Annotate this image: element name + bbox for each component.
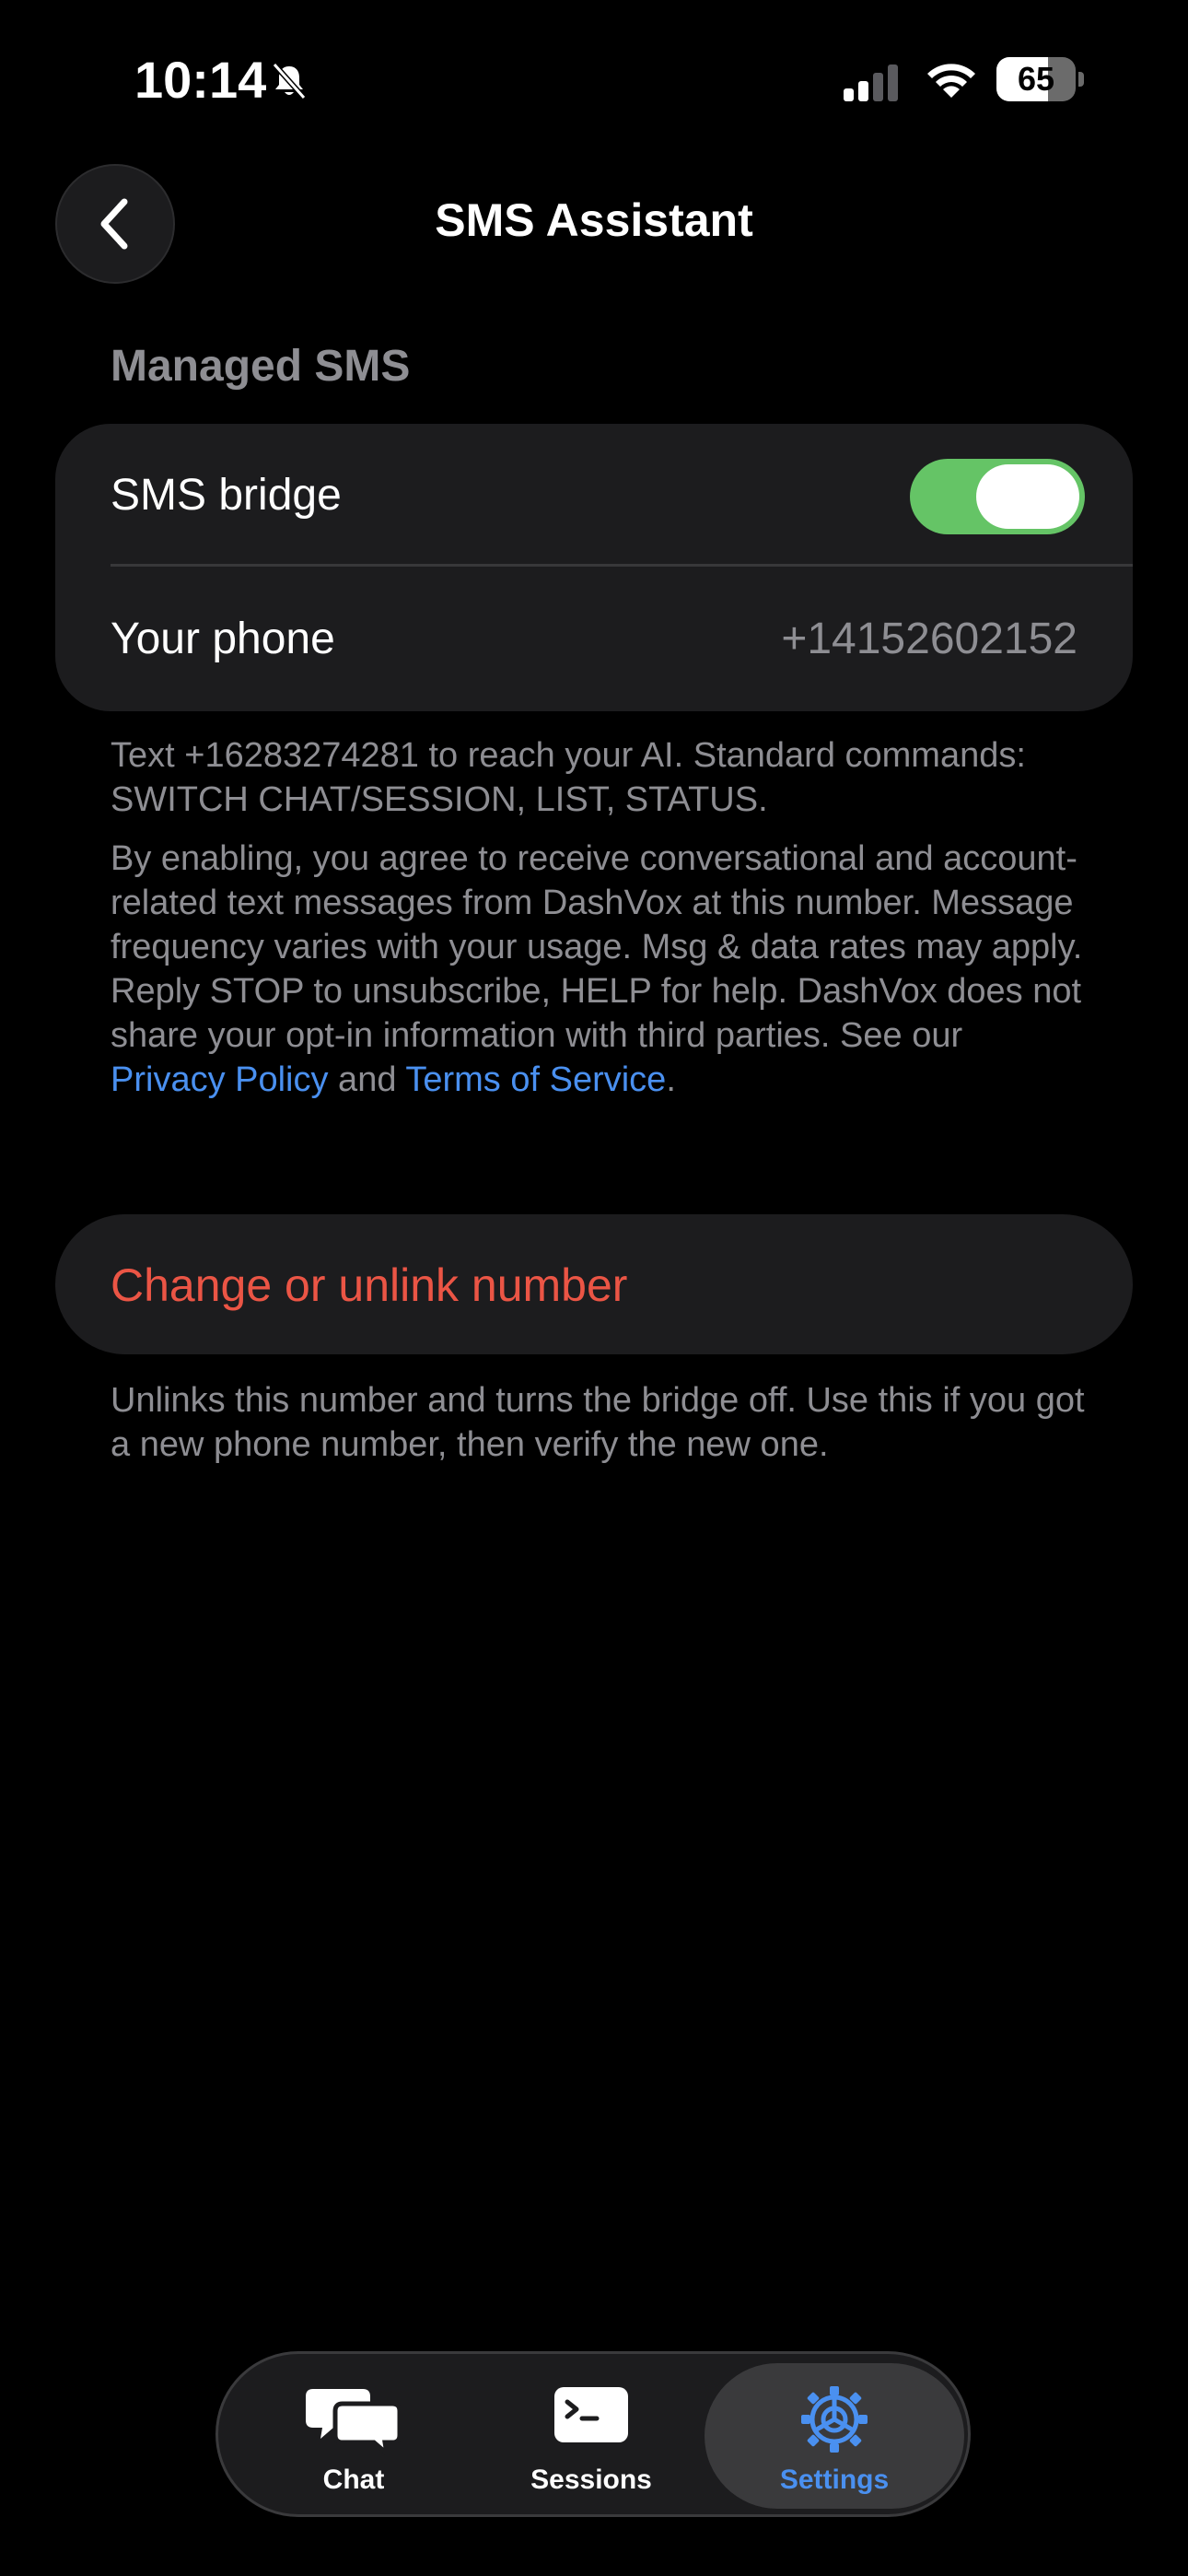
change-unlink-number-label: Change or unlink number: [111, 1259, 628, 1311]
tab-settings[interactable]: Settings: [705, 2363, 964, 2509]
settings-card: SMS bridge Your phone +14152602152: [55, 424, 1133, 711]
sms-bridge-toggle[interactable]: [910, 459, 1085, 534]
status-time: 10:14: [134, 51, 267, 109]
tab-settings-label: Settings: [779, 2465, 890, 2495]
consent-text: By enabling, you agree to receive conver…: [111, 839, 1083, 1055]
bell-slash-icon: [272, 63, 307, 100]
battery-icon: 65: [996, 57, 1085, 101]
unlink-footnote: Unlinks this number and turns the bridge…: [111, 1381, 1085, 1464]
toggle-knob: [976, 464, 1079, 529]
your-phone-label: Your phone: [111, 615, 335, 663]
consent-footnote: By enabling, you agree to receive conver…: [111, 837, 1087, 1102]
terminal-icon: [554, 2387, 628, 2442]
change-unlink-number-button[interactable]: Change or unlink number: [55, 1214, 1133, 1354]
tab-chat[interactable]: Chat: [224, 2363, 483, 2509]
tab-chat-label: Chat: [322, 2465, 385, 2495]
sms-bridge-label: SMS bridge: [111, 471, 342, 520]
wifi-icon: [927, 64, 975, 98]
row-divider: [111, 564, 1133, 567]
page-title: SMS Assistant: [435, 194, 753, 246]
battery-percent: 65: [1017, 60, 1055, 98]
your-phone-value: +14152602152: [781, 615, 1077, 663]
chat-bubbles-icon: [306, 2389, 402, 2455]
privacy-policy-link[interactable]: Privacy Policy: [111, 1060, 329, 1099]
tab-bar: Chat Sessions Settings: [215, 2351, 971, 2517]
gear-icon: [801, 2386, 868, 2453]
status-bar: 10:14 65: [0, 0, 1188, 157]
period-text: .: [666, 1060, 676, 1099]
cellular-signal-icon: [844, 64, 898, 101]
commands-footnote: Text +16283274281 to reach your AI. Stan…: [111, 736, 1026, 819]
section-header: Managed SMS: [111, 342, 411, 391]
and-text: and: [328, 1060, 406, 1099]
tab-sessions[interactable]: Sessions: [461, 2363, 721, 2509]
tab-sessions-label: Sessions: [530, 2465, 652, 2495]
terms-of-service-link[interactable]: Terms of Service: [405, 1060, 666, 1099]
